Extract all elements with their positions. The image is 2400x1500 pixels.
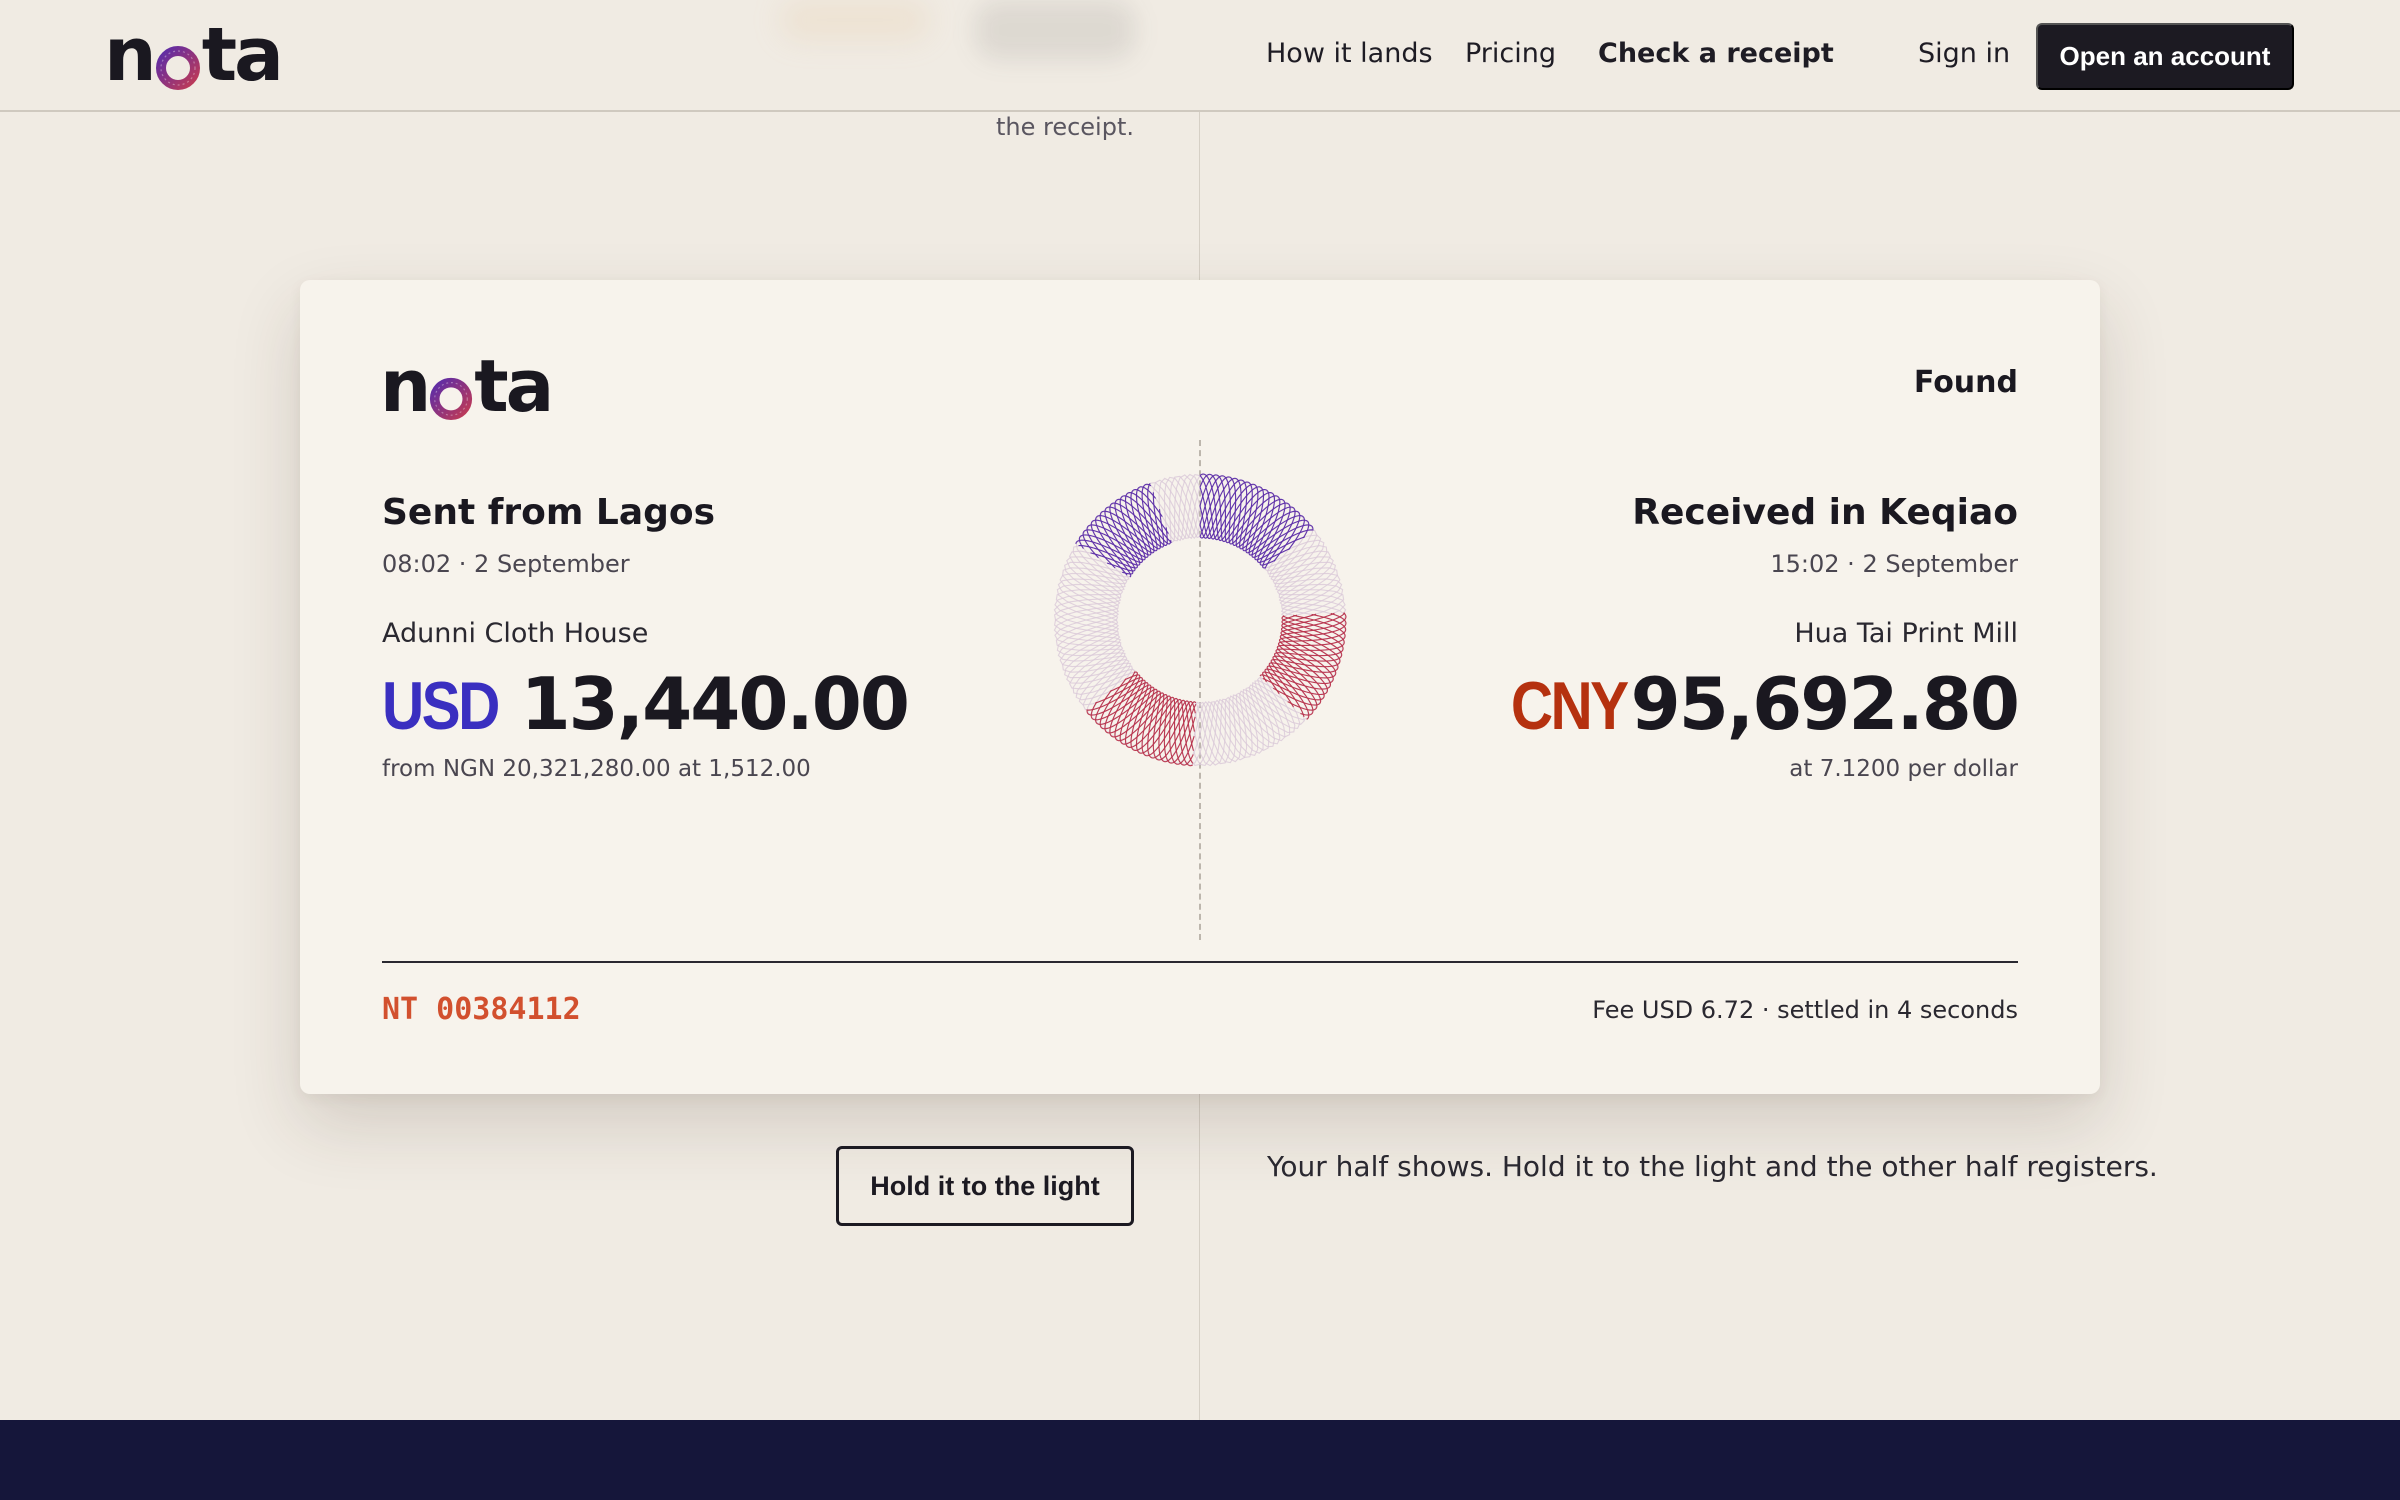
site-header: n ta How it lands Pricing Check a receip… (0, 0, 2400, 112)
ring-pattern (1053, 473, 1347, 767)
sender-amount: USD 13,440.00 (382, 662, 910, 746)
ring-strand (1274, 615, 1344, 711)
sender-currency: USD (382, 668, 500, 744)
logo-letter: n (380, 344, 431, 428)
ghost-shape (780, 0, 930, 40)
ring-strand (1053, 475, 1347, 765)
logo-ring-icon (430, 377, 473, 420)
nav-check-a-receipt[interactable]: Check a receipt (1598, 38, 1834, 69)
nav-how-it-lands[interactable]: How it lands (1266, 38, 1433, 69)
hint-text: Your half shows. Hold it to the light an… (1267, 1150, 2158, 1183)
receiver-note: at 7.1200 per dollar (1789, 756, 2018, 782)
logo-letters: ta (201, 12, 284, 98)
guilloche-ring-icon (1053, 473, 1347, 767)
receiver-title: Received in Keqiao (1632, 492, 2018, 533)
nota-logo[interactable]: n ta (104, 12, 284, 98)
hold-to-light-button[interactable]: Hold it to the light (836, 1146, 1134, 1226)
nav-pricing[interactable]: Pricing (1465, 38, 1556, 69)
ring-strand (1055, 473, 1345, 767)
sender-title: Sent from Lagos (382, 492, 716, 533)
sender-party: Adunni Cloth House (382, 618, 649, 649)
receiver-currency: CNY (1510, 668, 1629, 744)
receipt-logo: n ta (380, 344, 554, 428)
logo-ring-o (428, 372, 474, 422)
sender-note: from NGN 20,321,280.00 at 1,512.00 (382, 756, 811, 782)
logo-letter: n (104, 12, 157, 98)
ring-strand (1054, 474, 1346, 766)
receiver-amount-value: 95,692.80 (1630, 662, 2020, 746)
sender-time: 08:02 · 2 September (382, 550, 630, 578)
receiver-party: Hua Tai Print Mill (1794, 618, 2018, 649)
sign-in-link[interactable]: Sign in (1918, 38, 2010, 69)
sender-amount-value: 13,440.00 (520, 662, 910, 746)
ring-strand (1054, 474, 1346, 766)
receiver-amount: CNY 95,692.80 (1492, 662, 2020, 746)
receipt-status: Found (1913, 365, 2018, 400)
card-divider (382, 961, 2018, 963)
reference-number: NT 00384112 (382, 992, 581, 1027)
ring-strand (1053, 475, 1347, 765)
ring-strand (1055, 473, 1345, 767)
fee-line: Fee USD 6.72 · settled in 4 seconds (1592, 996, 2018, 1024)
logo-ring-o (154, 40, 202, 92)
logo-letters: ta (474, 344, 554, 428)
section-caption: the receipt. (995, 113, 1134, 141)
ghost-shape (975, 0, 1135, 60)
receiver-time: 15:02 · 2 September (1770, 550, 2018, 578)
open-account-button[interactable]: Open an account (2036, 23, 2294, 90)
logo-ring-icon (155, 46, 200, 90)
receipt-card: n ta Found Sent from Lagos 08:02 · 2 Sep… (300, 280, 2100, 1094)
footer-band (0, 1420, 2400, 1500)
